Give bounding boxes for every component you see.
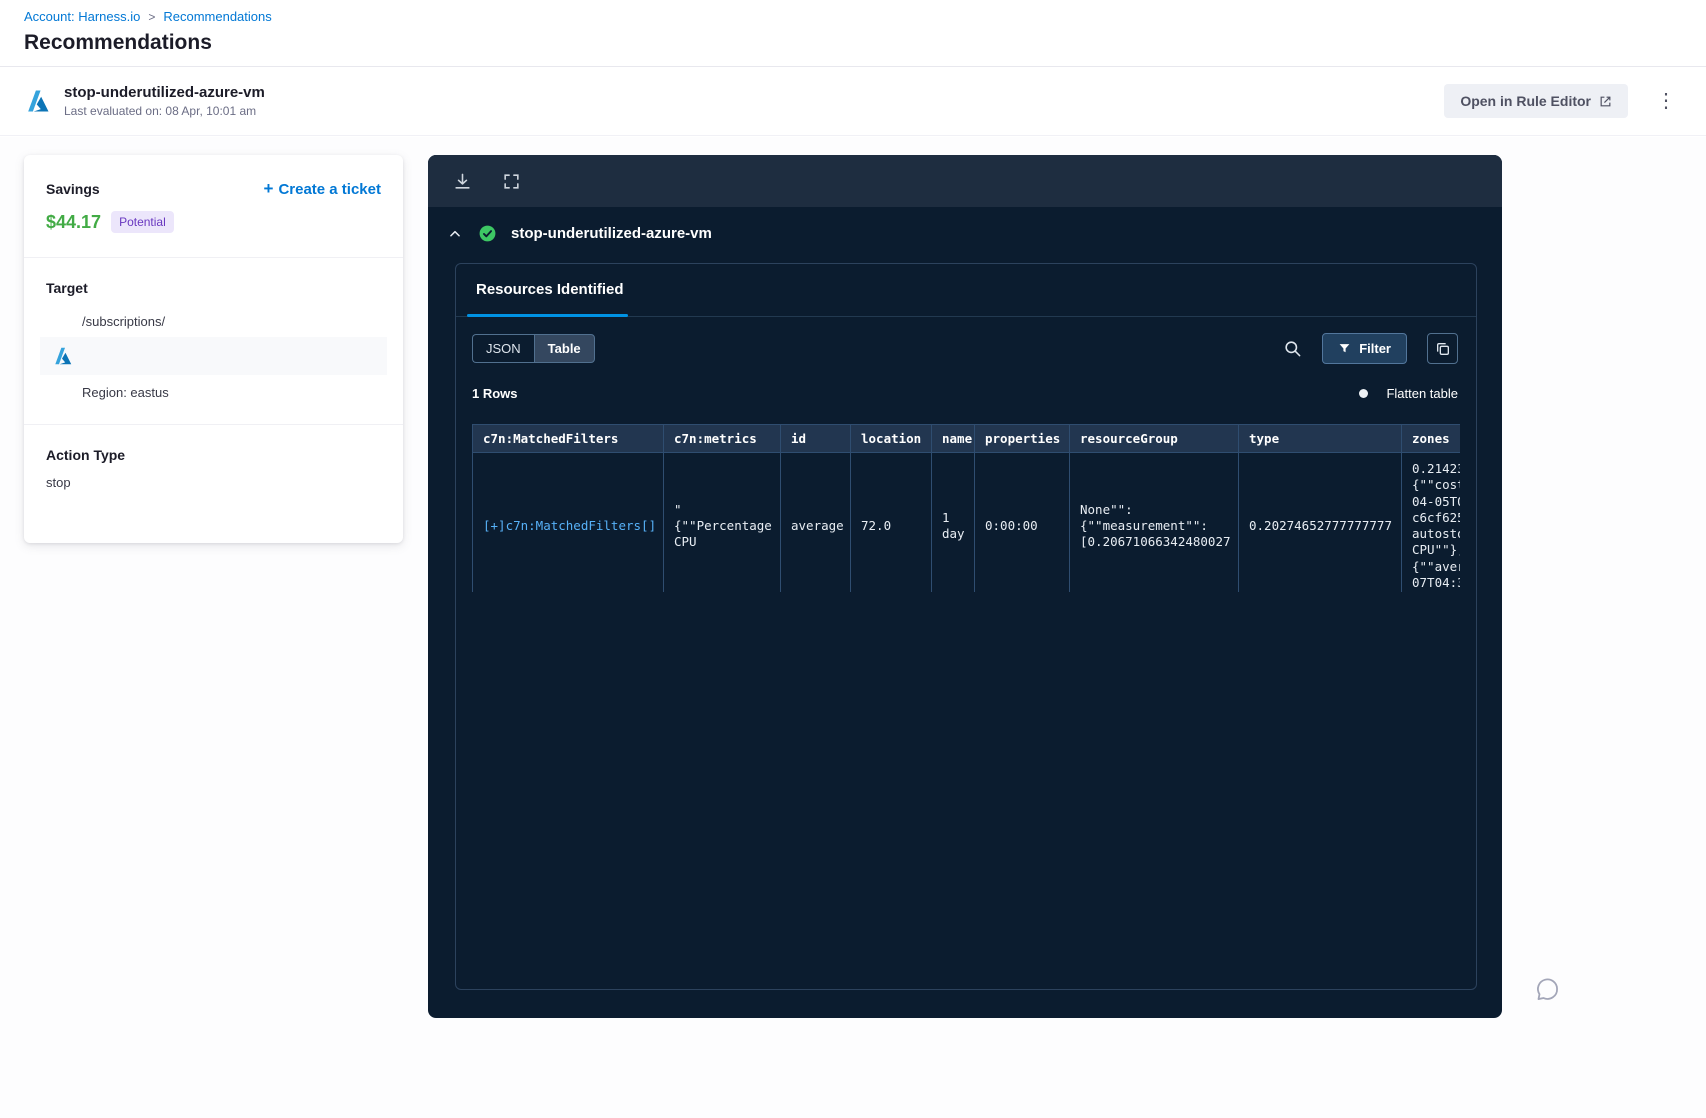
matched-filters-expand-link[interactable]: [+]c7n:MatchedFilters[] bbox=[472, 452, 664, 592]
table-cell: " {""Percentage CPU bbox=[663, 452, 781, 592]
table-cell: None"": {""measurement"": [0.20671066342… bbox=[1069, 452, 1239, 592]
recommendation-title: stop-underutilized-azure-vm bbox=[64, 84, 265, 101]
column-header: properties bbox=[974, 424, 1070, 453]
column-header: c7n:MatchedFilters bbox=[472, 424, 664, 453]
column-header: resourceGroup bbox=[1069, 424, 1239, 453]
table-cell: 72.0 bbox=[850, 452, 932, 592]
json-view-button[interactable]: JSON bbox=[472, 334, 534, 363]
table-cell: 0.20274652777777777 bbox=[1238, 452, 1402, 592]
tab-resources-identified[interactable]: Resources Identified bbox=[476, 281, 624, 298]
column-header: id bbox=[780, 424, 851, 453]
search-icon[interactable] bbox=[1283, 339, 1302, 358]
recommendation-header: stop-underutilized-azure-vm Last evaluat… bbox=[0, 67, 1706, 136]
kebab-menu-icon[interactable]: ⋮ bbox=[1650, 89, 1682, 113]
card-divider bbox=[24, 424, 403, 425]
rows-count: 1 Rows bbox=[472, 386, 518, 401]
output-toolbar bbox=[428, 155, 1502, 207]
active-tab-underline bbox=[467, 314, 628, 317]
download-icon[interactable] bbox=[453, 172, 472, 191]
collapse-chevron-icon[interactable] bbox=[446, 225, 464, 243]
table-header-row: c7n:MatchedFilters c7n:metrics id locati… bbox=[472, 424, 1460, 453]
action-type-value: stop bbox=[46, 475, 71, 490]
results-table: c7n:MatchedFilters c7n:metrics id locati… bbox=[472, 424, 1460, 592]
filter-label: Filter bbox=[1359, 341, 1391, 356]
column-header: c7n:metrics bbox=[663, 424, 781, 453]
savings-amount: $44.17 bbox=[46, 211, 102, 232]
column-header: location bbox=[850, 424, 932, 453]
column-header: type bbox=[1238, 424, 1402, 453]
create-ticket-button[interactable]: + Create a ticket bbox=[264, 179, 382, 199]
results-table-container: c7n:MatchedFilters c7n:metrics id locati… bbox=[472, 424, 1460, 592]
help-bubble-icon[interactable] bbox=[1534, 976, 1561, 1003]
breadcrumb-account-link[interactable]: Account: Harness.io bbox=[24, 9, 140, 24]
flatten-table-toggle[interactable] bbox=[1359, 389, 1369, 398]
region-text: Region: eastus bbox=[82, 385, 169, 400]
potential-badge: Potential bbox=[111, 211, 174, 233]
view-toggle: JSON Table bbox=[472, 334, 595, 363]
table-cell: 0.21423 {""cost 04-05T0 c6cf625 autosto … bbox=[1401, 452, 1460, 592]
resources-panel: Resources Identified JSON Table Filter 1… bbox=[455, 263, 1477, 990]
filter-icon bbox=[1338, 342, 1351, 355]
create-ticket-label: Create a ticket bbox=[278, 180, 381, 198]
savings-card: Savings + Create a ticket $44.17 Potenti… bbox=[24, 155, 403, 543]
open-rule-editor-label: Open in Rule Editor bbox=[1460, 93, 1591, 109]
target-path: /subscriptions/ bbox=[82, 314, 166, 329]
breadcrumb: Account: Harness.io > Recommendations bbox=[24, 9, 272, 24]
copy-icon[interactable] bbox=[1427, 333, 1458, 364]
azure-icon bbox=[52, 345, 74, 367]
open-rule-editor-button[interactable]: Open in Rule Editor bbox=[1444, 84, 1628, 118]
target-row bbox=[40, 337, 387, 375]
last-evaluated-text: Last evaluated on: 08 Apr, 10:01 am bbox=[64, 104, 257, 118]
breadcrumb-recommendations-link[interactable]: Recommendations bbox=[163, 9, 271, 24]
plus-icon: + bbox=[263, 179, 274, 198]
success-check-icon bbox=[478, 224, 497, 243]
table-view-button[interactable]: Table bbox=[533, 334, 595, 363]
table-row: [+]c7n:MatchedFilters[] " {""Percentage … bbox=[472, 452, 1460, 592]
table-cell: average bbox=[780, 452, 851, 592]
table-cell: 0:00:00 bbox=[974, 452, 1070, 592]
fullscreen-icon[interactable] bbox=[502, 172, 521, 191]
flatten-table-label: Flatten table bbox=[1386, 386, 1458, 401]
target-label: Target bbox=[46, 280, 88, 296]
recommendations-page: Account: Harness.io > Recommendations Re… bbox=[0, 0, 1706, 1118]
breadcrumb-separator: > bbox=[148, 9, 156, 24]
page-title: Recommendations bbox=[24, 31, 212, 54]
external-link-icon bbox=[1599, 95, 1612, 108]
table-cell: 1 day bbox=[931, 452, 975, 592]
action-type-label: Action Type bbox=[46, 447, 126, 463]
output-rule-title: stop-underutilized-azure-vm bbox=[511, 225, 712, 242]
filter-button[interactable]: Filter bbox=[1322, 333, 1407, 364]
card-divider bbox=[24, 257, 403, 258]
savings-label: Savings bbox=[46, 181, 100, 197]
azure-icon bbox=[24, 87, 52, 115]
rule-output-panel: stop-underutilized-azure-vm Resources Id… bbox=[428, 155, 1502, 1018]
column-header: zones bbox=[1401, 424, 1460, 453]
tab-bar: Resources Identified bbox=[456, 264, 1476, 317]
column-header: name bbox=[931, 424, 975, 453]
